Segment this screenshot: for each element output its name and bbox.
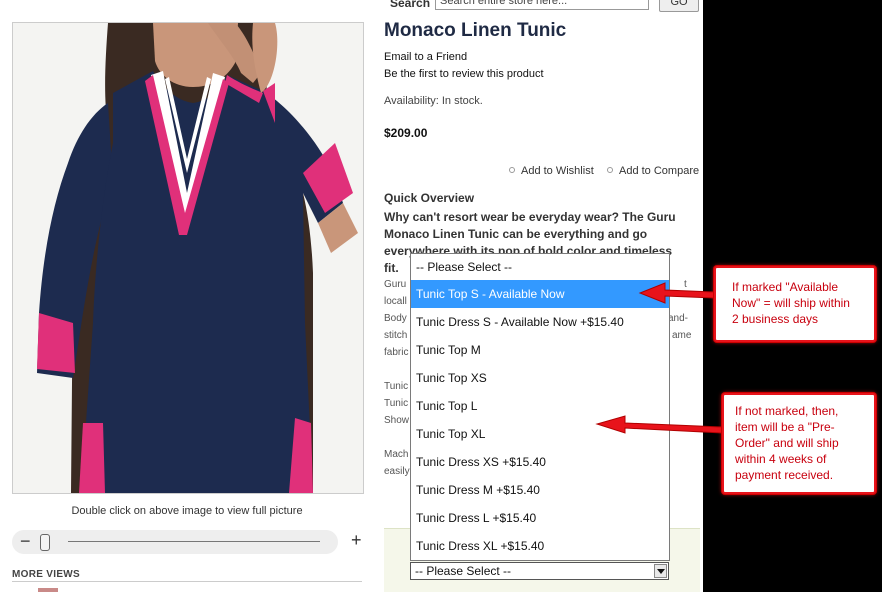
callout-line: 2 business days <box>732 312 819 326</box>
red-arrow-icon <box>595 415 723 434</box>
callout-line: Order" and will ship <box>735 436 839 450</box>
callout-line: within 4 weeks of <box>735 452 827 466</box>
callout-line: If not marked, then, <box>735 404 839 418</box>
callout-line: If marked "Available <box>732 280 839 294</box>
callout-line: payment received. <box>735 468 834 482</box>
red-arrow-icon <box>638 282 715 304</box>
pre-order-callout: If not marked, then, item will be a "Pre… <box>722 393 876 494</box>
callout-line: item will be a "Pre- <box>735 420 835 434</box>
callout-line: Now" = will ship within <box>732 296 850 310</box>
available-now-callout: If marked "Available Now" = will ship wi… <box>714 266 876 342</box>
